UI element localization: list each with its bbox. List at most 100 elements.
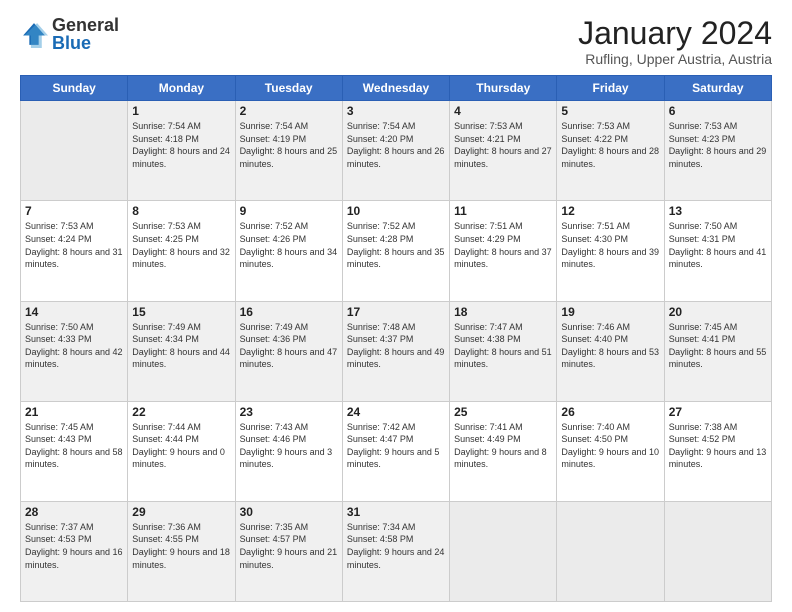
day-info: Sunrise: 7:34 AMSunset: 4:58 PMDaylight:… <box>347 521 445 571</box>
day-number: 23 <box>240 405 338 419</box>
header-tuesday: Tuesday <box>235 76 342 101</box>
calendar-cell: 30Sunrise: 7:35 AMSunset: 4:57 PMDayligh… <box>235 501 342 601</box>
day-number: 7 <box>25 204 123 218</box>
day-info: Sunrise: 7:49 AMSunset: 4:36 PMDaylight:… <box>240 321 338 371</box>
calendar-cell: 10 Sunrise: 7:52 AMSunset: 4:28 PMDayligh… <box>342 201 449 301</box>
logo-icon <box>20 20 48 48</box>
day-info: Sunrise: 7:51 AMSunset: 4:29 PMDaylight:… <box>454 220 552 270</box>
day-info: Sunrise: 7:52 AMSunset: 4:26 PMDaylight:… <box>240 220 338 270</box>
calendar-cell <box>557 501 664 601</box>
calendar-cell: 22 Sunrise: 7:44 AMSunset: 4:44 PMDayligh… <box>128 401 235 501</box>
location: Rufling, Upper Austria, Austria <box>578 51 772 67</box>
calendar-week-1: 1 Sunrise: 7:54 AMSunset: 4:18 PMDaylight… <box>21 101 772 201</box>
day-number: 5 <box>561 104 659 118</box>
day-number: 6 <box>669 104 767 118</box>
day-info: Sunrise: 7:46 AMSunset: 4:40 PMDaylight:… <box>561 321 659 371</box>
calendar-cell: 24 Sunrise: 7:42 AMSunset: 4:47 PMDayligh… <box>342 401 449 501</box>
day-info: Sunrise: 7:42 AMSunset: 4:47 PMDaylight:… <box>347 421 445 471</box>
day-number: 20 <box>669 305 767 319</box>
calendar-cell: 9 Sunrise: 7:52 AMSunset: 4:26 PMDaylight… <box>235 201 342 301</box>
calendar-cell: 4 Sunrise: 7:53 AMSunset: 4:21 PMDaylight… <box>450 101 557 201</box>
day-number: 18 <box>454 305 552 319</box>
day-info: Sunrise: 7:50 AMSunset: 4:31 PMDaylight:… <box>669 220 767 270</box>
calendar-cell: 17 Sunrise: 7:48 AMSunset: 4:37 PMDayligh… <box>342 301 449 401</box>
day-info: Sunrise: 7:53 AMSunset: 4:25 PMDaylight:… <box>132 220 230 270</box>
calendar-cell: 7 Sunrise: 7:53 AMSunset: 4:24 PMDaylight… <box>21 201 128 301</box>
calendar-cell: 18 Sunrise: 7:47 AMSunset: 4:38 PMDayligh… <box>450 301 557 401</box>
calendar-week-3: 14Sunrise: 7:50 AMSunset: 4:33 PMDayligh… <box>21 301 772 401</box>
day-info: Sunrise: 7:36 AMSunset: 4:55 PMDaylight:… <box>132 521 230 571</box>
day-info: Sunrise: 7:38 AMSunset: 4:52 PMDaylight:… <box>669 421 767 471</box>
calendar-cell: 28Sunrise: 7:37 AMSunset: 4:53 PMDayligh… <box>21 501 128 601</box>
calendar-cell: 15 Sunrise: 7:49 AMSunset: 4:34 PMDayligh… <box>128 301 235 401</box>
day-info: Sunrise: 7:53 AMSunset: 4:24 PMDaylight:… <box>25 220 123 270</box>
day-info: Sunrise: 7:50 AMSunset: 4:33 PMDaylight:… <box>25 321 123 371</box>
calendar-cell: 25 Sunrise: 7:41 AMSunset: 4:49 PMDayligh… <box>450 401 557 501</box>
logo-text: General Blue <box>52 16 119 52</box>
day-number: 16 <box>240 305 338 319</box>
day-info: Sunrise: 7:53 AMSunset: 4:21 PMDaylight:… <box>454 120 552 170</box>
day-number: 1 <box>132 104 230 118</box>
calendar-week-4: 21Sunrise: 7:45 AMSunset: 4:43 PMDayligh… <box>21 401 772 501</box>
day-info: Sunrise: 7:51 AMSunset: 4:30 PMDaylight:… <box>561 220 659 270</box>
day-number: 2 <box>240 104 338 118</box>
day-number: 3 <box>347 104 445 118</box>
day-info: Sunrise: 7:47 AMSunset: 4:38 PMDaylight:… <box>454 321 552 371</box>
day-number: 22 <box>132 405 230 419</box>
calendar-cell: 5 Sunrise: 7:53 AMSunset: 4:22 PMDaylight… <box>557 101 664 201</box>
day-info: Sunrise: 7:45 AMSunset: 4:43 PMDaylight:… <box>25 421 123 471</box>
calendar-cell: 3Sunrise: 7:54 AMSunset: 4:20 PMDaylight… <box>342 101 449 201</box>
day-info: Sunrise: 7:54 AMSunset: 4:18 PMDaylight:… <box>132 120 230 170</box>
day-info: Sunrise: 7:49 AMSunset: 4:34 PMDaylight:… <box>132 321 230 371</box>
calendar-table: Sunday Monday Tuesday Wednesday Thursday… <box>20 75 772 602</box>
calendar-cell: 31Sunrise: 7:34 AMSunset: 4:58 PMDayligh… <box>342 501 449 601</box>
day-info: Sunrise: 7:53 AMSunset: 4:22 PMDaylight:… <box>561 120 659 170</box>
day-number: 15 <box>132 305 230 319</box>
calendar-cell: 8Sunrise: 7:53 AMSunset: 4:25 PMDaylight… <box>128 201 235 301</box>
calendar-cell: 12 Sunrise: 7:51 AMSunset: 4:30 PMDayligh… <box>557 201 664 301</box>
day-number: 24 <box>347 405 445 419</box>
calendar-cell: 29Sunrise: 7:36 AMSunset: 4:55 PMDayligh… <box>128 501 235 601</box>
day-info: Sunrise: 7:43 AMSunset: 4:46 PMDaylight:… <box>240 421 338 471</box>
day-number: 10 <box>347 204 445 218</box>
header-friday: Friday <box>557 76 664 101</box>
calendar-cell: 20 Sunrise: 7:45 AMSunset: 4:41 PMDayligh… <box>664 301 771 401</box>
calendar-cell <box>21 101 128 201</box>
header-monday: Monday <box>128 76 235 101</box>
day-info: Sunrise: 7:48 AMSunset: 4:37 PMDaylight:… <box>347 321 445 371</box>
header-thursday: Thursday <box>450 76 557 101</box>
page: General Blue January 2024 Rufling, Upper… <box>0 0 792 612</box>
day-info: Sunrise: 7:41 AMSunset: 4:49 PMDaylight:… <box>454 421 552 471</box>
day-number: 11 <box>454 204 552 218</box>
calendar-cell: 16 Sunrise: 7:49 AMSunset: 4:36 PMDayligh… <box>235 301 342 401</box>
month-title: January 2024 <box>578 16 772 51</box>
header-saturday: Saturday <box>664 76 771 101</box>
calendar-cell <box>664 501 771 601</box>
day-number: 19 <box>561 305 659 319</box>
calendar-cell: 23 Sunrise: 7:43 AMSunset: 4:46 PMDayligh… <box>235 401 342 501</box>
day-number: 30 <box>240 505 338 519</box>
day-number: 12 <box>561 204 659 218</box>
day-number: 17 <box>347 305 445 319</box>
calendar-cell: 2 Sunrise: 7:54 AMSunset: 4:19 PMDaylight… <box>235 101 342 201</box>
calendar-cell: 6 Sunrise: 7:53 AMSunset: 4:23 PMDaylight… <box>664 101 771 201</box>
day-info: Sunrise: 7:44 AMSunset: 4:44 PMDaylight:… <box>132 421 230 471</box>
day-number: 4 <box>454 104 552 118</box>
calendar-cell: 13 Sunrise: 7:50 AMSunset: 4:31 PMDayligh… <box>664 201 771 301</box>
day-info: Sunrise: 7:52 AMSunset: 4:28 PMDaylight:… <box>347 220 445 270</box>
header: General Blue January 2024 Rufling, Upper… <box>20 16 772 67</box>
day-info: Sunrise: 7:45 AMSunset: 4:41 PMDaylight:… <box>669 321 767 371</box>
day-number: 25 <box>454 405 552 419</box>
calendar-cell <box>450 501 557 601</box>
day-info: Sunrise: 7:54 AMSunset: 4:19 PMDaylight:… <box>240 120 338 170</box>
day-number: 28 <box>25 505 123 519</box>
header-sunday: Sunday <box>21 76 128 101</box>
day-number: 9 <box>240 204 338 218</box>
day-info: Sunrise: 7:40 AMSunset: 4:50 PMDaylight:… <box>561 421 659 471</box>
calendar-cell: 19 Sunrise: 7:46 AMSunset: 4:40 PMDayligh… <box>557 301 664 401</box>
day-info: Sunrise: 7:53 AMSunset: 4:23 PMDaylight:… <box>669 120 767 170</box>
day-number: 13 <box>669 204 767 218</box>
calendar-cell: 1 Sunrise: 7:54 AMSunset: 4:18 PMDaylight… <box>128 101 235 201</box>
calendar-cell: 26Sunrise: 7:40 AMSunset: 4:50 PMDayligh… <box>557 401 664 501</box>
calendar-cell: 14Sunrise: 7:50 AMSunset: 4:33 PMDayligh… <box>21 301 128 401</box>
